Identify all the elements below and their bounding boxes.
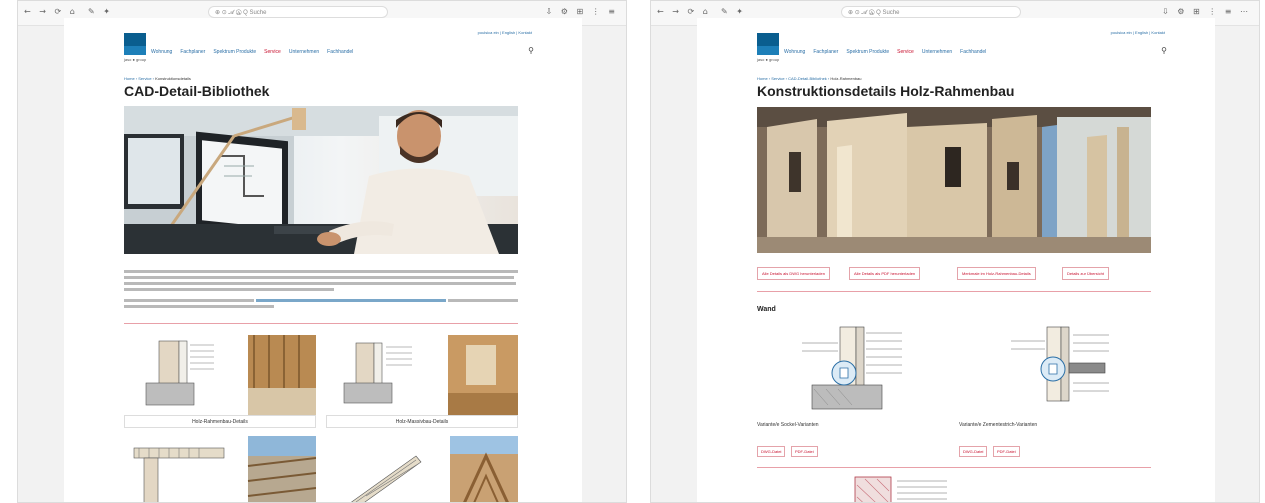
- detail-drawing[interactable]: [792, 323, 932, 413]
- address-bar[interactable]: ⊕ ⊙ 𝓐 Ⓐ Q Suche: [841, 6, 1021, 18]
- browser-window-right: ← → ⟳ ⌂ ✎ ✦ ⊕ ⊙ 𝓐 Ⓐ Q Suche ⇩ ⚙ ⊞ ⋮ ≡ ⋯ …: [650, 0, 1260, 503]
- web-page: jaso ● group poulsica ein | English | Ko…: [64, 18, 582, 502]
- browser-tools[interactable]: ⇩ ⚙ ⊞ ⋮ ≡: [546, 7, 618, 16]
- browser-tab-icons[interactable]: ✎ ✦: [88, 7, 113, 16]
- browser-window-left: ← → ⟳ ⌂ ✎ ✦ ⊕ ⊙ 𝓐 Ⓐ Q Suche ⇩ ⚙ ⊞ ⋮ ≡ ja…: [17, 0, 627, 503]
- intro-text-line: [124, 288, 334, 291]
- nav-item[interactable]: Fachhandel: [327, 49, 353, 55]
- browser-nav-buttons[interactable]: ← → ⟳ ⌂: [24, 7, 78, 16]
- dwg-download-button[interactable]: DWG-Datei: [959, 446, 988, 457]
- detail-drawing[interactable]: [847, 475, 967, 502]
- main-navigation: Wohnung Fachplaner Spektrum Produkte Ser…: [784, 49, 986, 55]
- detail-tile[interactable]: [326, 436, 518, 502]
- detail-drawing[interactable]: [997, 323, 1137, 413]
- browser-tab-icons[interactable]: ✎ ✦: [721, 7, 746, 16]
- intro-text-line: [124, 276, 514, 279]
- nav-item[interactable]: Unternehmen: [289, 49, 319, 55]
- download-pdf-button[interactable]: Alle Details als PDF herunterladen: [849, 267, 921, 280]
- logo-text: jaso ● group: [124, 57, 147, 62]
- pdf-download-button[interactable]: PDF-Datei: [791, 446, 818, 457]
- browser-tools[interactable]: ⇩ ⚙ ⊞ ⋮ ≡ ⋯: [1162, 7, 1251, 16]
- main-navigation: Wohnung Fachplaner Spektrum Produkte Ser…: [151, 49, 353, 55]
- page-title: CAD-Detail-Bibliothek: [124, 83, 270, 99]
- section-divider: [124, 323, 518, 324]
- top-links[interactable]: poulsica ein | English | Kontakt: [478, 30, 532, 35]
- intro-text-line: [124, 299, 254, 302]
- breadcrumb[interactable]: Home › Service › Konstruktionsdetails: [124, 76, 191, 81]
- detail-title: Variante/e Sockel-Varianten: [757, 422, 819, 428]
- dwg-download-button[interactable]: DWG-Datei: [757, 446, 786, 457]
- text-link[interactable]: [256, 299, 446, 302]
- nav-item[interactable]: Fachhandel: [960, 49, 986, 55]
- nav-item[interactable]: Wohnung: [784, 49, 805, 55]
- top-links[interactable]: poulsica ein | English | Kontakt: [1111, 30, 1165, 35]
- nav-item-active[interactable]: Service: [264, 49, 281, 55]
- hero-image: [124, 106, 518, 254]
- intro-text-line: [124, 282, 516, 285]
- page-title: Konstruktionsdetails Holz-Rahmenbau: [757, 83, 1015, 99]
- tile-caption: Holz-Massivbau-Details: [326, 415, 518, 428]
- download-dwg-button[interactable]: Alle Details als DWG herunterladen: [757, 267, 830, 280]
- detail-tile[interactable]: Holz-Massivbau-Details: [326, 333, 518, 428]
- address-bar[interactable]: ⊕ ⊙ 𝓐 Ⓐ Q Suche: [208, 6, 388, 18]
- overview-button[interactable]: Details zur Übersicht: [1062, 267, 1109, 280]
- search-icon[interactable]: ⚲: [1161, 46, 1167, 55]
- intro-text-line: [124, 305, 274, 308]
- nav-item[interactable]: Fachplaner: [813, 49, 838, 55]
- section-divider: [757, 467, 1151, 468]
- company-logo[interactable]: [757, 33, 779, 55]
- nav-item[interactable]: Unternehmen: [922, 49, 952, 55]
- breadcrumb[interactable]: Home › Service › CAD-Detail-Bibliothek ›…: [757, 76, 862, 81]
- nav-item[interactable]: Fachplaner: [180, 49, 205, 55]
- tile-caption: Holz-Rahmenbau-Details: [124, 415, 316, 428]
- detail-title: Variante/e Zementestrich-Varianten: [959, 422, 1038, 428]
- section-divider: [757, 291, 1151, 292]
- nav-item-active[interactable]: Service: [897, 49, 914, 55]
- hero-image: [757, 107, 1151, 253]
- nav-item[interactable]: Wohnung: [151, 49, 172, 55]
- search-icon[interactable]: ⚲: [528, 46, 534, 55]
- web-page: jaso ● group poulsica ein | English | Ko…: [697, 18, 1215, 502]
- features-button[interactable]: Merkmale im Holz-Rahmenbau-Details: [957, 267, 1036, 280]
- section-heading: Wand: [757, 306, 776, 313]
- pdf-download-button[interactable]: PDF-Datei: [993, 446, 1020, 457]
- browser-nav-buttons[interactable]: ← → ⟳ ⌂: [657, 7, 711, 16]
- detail-tile[interactable]: [124, 436, 317, 502]
- company-logo[interactable]: [124, 33, 146, 55]
- nav-item[interactable]: Spektrum Produkte: [213, 49, 256, 55]
- logo-text: jaso ● group: [757, 57, 780, 62]
- intro-text-line: [124, 270, 518, 273]
- nav-item[interactable]: Spektrum Produkte: [846, 49, 889, 55]
- detail-tile[interactable]: Holz-Rahmenbau-Details: [124, 333, 316, 428]
- intro-text-line: [448, 299, 518, 302]
